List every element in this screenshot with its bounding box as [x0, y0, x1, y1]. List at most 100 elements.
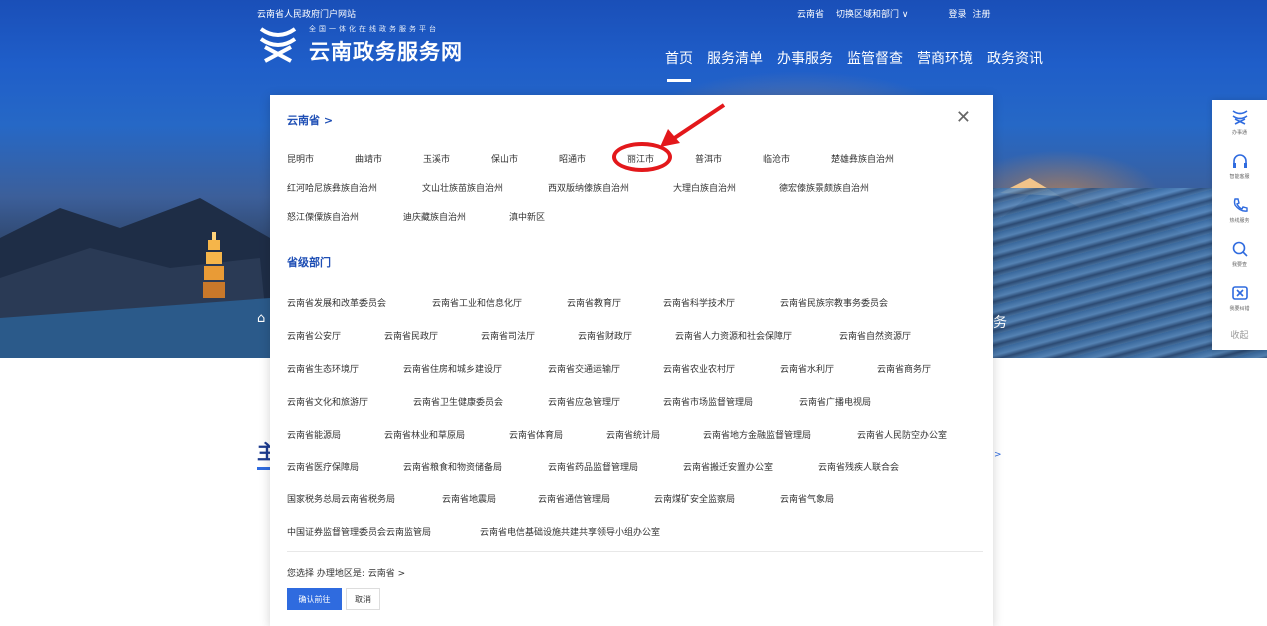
- nav-service-list[interactable]: 服务清单: [707, 48, 763, 68]
- portal-link[interactable]: 云南省人民政府门户网站: [257, 7, 356, 20]
- float-label: 我要纠错: [1229, 306, 1250, 312]
- home-icon[interactable]: ⌂: [257, 311, 265, 326]
- city-item[interactable]: 昭通市: [559, 152, 586, 165]
- float-item-hotline[interactable]: 热线服务: [1212, 194, 1267, 238]
- banner-text-fragment: 务: [993, 315, 1007, 331]
- dept-item[interactable]: 云南省搬迁安置办公室: [683, 460, 773, 473]
- headset-icon: [1232, 154, 1247, 168]
- dept-item[interactable]: 云南省应急管理厅: [548, 395, 620, 408]
- dept-item[interactable]: 云南煤矿安全监察局: [654, 492, 735, 505]
- more-arrow-icon[interactable]: >: [994, 450, 1002, 460]
- error-report-icon: [1231, 286, 1248, 300]
- city-item[interactable]: 文山壮族苗族自治州: [422, 181, 503, 194]
- dept-item[interactable]: 云南省住房和城乡建设厅: [403, 362, 502, 375]
- region-select-modal: ✕ 云南省 > 昆明市 曲靖市 玉溪市 保山市 昭通市 丽江市 普洱市 临沧市 …: [270, 95, 993, 626]
- logo-title: 云南政务服务网: [309, 40, 463, 64]
- dept-item[interactable]: 云南省气象局: [780, 492, 834, 505]
- right-float-bar: 办事通 智能客服 热线服务 我要查 我要纠错 收起: [1212, 100, 1267, 350]
- nav-business-env[interactable]: 营商环境: [917, 48, 973, 68]
- float-item-report[interactable]: 我要纠错: [1212, 282, 1267, 326]
- city-item[interactable]: 普洱市: [695, 152, 722, 165]
- phone-icon: [1233, 198, 1248, 212]
- dept-item[interactable]: 云南省生态环境厅: [287, 362, 359, 375]
- dept-item[interactable]: 云南省药品监督管理局: [548, 460, 638, 473]
- dept-item[interactable]: 云南省司法厅: [481, 329, 535, 342]
- dept-item[interactable]: 云南省自然资源厅: [839, 329, 911, 342]
- logo-icon: [259, 27, 297, 63]
- dept-item[interactable]: 国家税务总局云南省税务局: [287, 492, 395, 505]
- dept-item[interactable]: 云南省统计局: [606, 428, 660, 441]
- search-icon: [1232, 241, 1248, 257]
- dept-item[interactable]: 云南省财政厅: [578, 329, 632, 342]
- confirm-button[interactable]: 确认前往: [287, 588, 342, 610]
- float-item-search[interactable]: 我要查: [1212, 238, 1267, 282]
- dept-item[interactable]: 云南省人民防空办公室: [857, 428, 947, 441]
- cancel-button[interactable]: 取消: [346, 588, 380, 610]
- city-item[interactable]: 德宏傣族景颇族自治州: [779, 181, 869, 194]
- switch-region-dropdown[interactable]: 切换区域和部门 ∨: [836, 7, 908, 20]
- nav-news[interactable]: 政务资讯: [987, 48, 1043, 68]
- dept-title: 省级部门: [287, 256, 331, 269]
- dept-item[interactable]: 云南省粮食和物资储备局: [403, 460, 502, 473]
- dept-item[interactable]: 云南省农业农村厅: [663, 362, 735, 375]
- register-link[interactable]: 注册: [972, 7, 990, 20]
- dept-item[interactable]: 云南省地震局: [442, 492, 496, 505]
- dept-item[interactable]: 云南省能源局: [287, 428, 341, 441]
- dept-item[interactable]: 云南省公安厅: [287, 329, 341, 342]
- dept-item[interactable]: 云南省通信管理局: [538, 492, 610, 505]
- city-item[interactable]: 临沧市: [763, 152, 790, 165]
- dept-item[interactable]: 云南省人力资源和社会保障厅: [675, 329, 792, 342]
- login-link[interactable]: 登录: [948, 7, 966, 20]
- dept-item[interactable]: 云南省卫生健康委员会: [413, 395, 503, 408]
- dept-item[interactable]: 云南省医疗保障局: [287, 460, 359, 473]
- current-region: 云南省: [797, 10, 825, 20]
- float-label: 智能客服: [1229, 174, 1250, 180]
- dept-item[interactable]: 云南省林业和草原局: [384, 428, 465, 441]
- city-item[interactable]: 楚雄彝族自治州: [831, 152, 894, 165]
- float-item-app[interactable]: 办事通: [1212, 106, 1267, 150]
- dept-item[interactable]: 云南省发展和改革委员会: [287, 296, 386, 309]
- close-icon[interactable]: ✕: [956, 107, 971, 128]
- nav-services[interactable]: 办事服务: [777, 48, 833, 68]
- city-item[interactable]: 怒江傈僳族自治州: [287, 210, 359, 223]
- dept-item[interactable]: 云南省交通运输厅: [548, 362, 620, 375]
- city-item[interactable]: 昆明市: [287, 152, 314, 165]
- dept-item[interactable]: 云南省市场监督管理局: [663, 395, 753, 408]
- site-logo[interactable]: 全国一体化在线政务服务平台 云南政务服务网: [257, 24, 463, 66]
- dept-item[interactable]: 云南省文化和旅游厅: [287, 395, 368, 408]
- dept-item[interactable]: 云南省教育厅: [567, 296, 621, 309]
- nav-home[interactable]: 首页: [665, 48, 693, 82]
- section-title-fragment: 主: [257, 436, 271, 470]
- city-item[interactable]: 玉溪市: [423, 152, 450, 165]
- dept-item[interactable]: 云南省民族宗教事务委员会: [780, 296, 888, 309]
- dept-item[interactable]: 中国证券监督管理委员会云南监管局: [287, 525, 431, 538]
- dept-item[interactable]: 云南省商务厅: [877, 362, 931, 375]
- city-item[interactable]: 保山市: [491, 152, 518, 165]
- dept-item[interactable]: 云南省残疾人联合会: [818, 460, 899, 473]
- annotation-arrow-icon: [660, 103, 726, 147]
- dept-item[interactable]: 云南省水利厅: [780, 362, 834, 375]
- dept-item[interactable]: 云南省民政厅: [384, 329, 438, 342]
- city-item[interactable]: 迪庆藏族自治州: [403, 210, 466, 223]
- top-right-bar: 云南省 切换区域和部门 ∨ 登录 注册: [797, 7, 991, 20]
- dept-item[interactable]: 云南省工业和信息化厅: [432, 296, 522, 309]
- divider: [287, 551, 983, 552]
- city-item[interactable]: 西双版纳傣族自治州: [548, 181, 629, 194]
- city-item[interactable]: 曲靖市: [355, 152, 382, 165]
- nav-supervision[interactable]: 监管督查: [847, 48, 903, 68]
- city-item[interactable]: 滇中新区: [509, 210, 545, 223]
- dept-item[interactable]: 云南省电信基础设施共建共享领导小组办公室: [480, 525, 660, 538]
- collapse-button[interactable]: 收起: [1230, 328, 1248, 341]
- app-logo-icon: [1232, 110, 1247, 125]
- logo-subtitle: 全国一体化在线政务服务平台: [309, 25, 439, 33]
- selection-summary: 您选择 办理地区是: 云南省 >: [287, 569, 406, 579]
- dept-item[interactable]: 云南省广播电视局: [799, 395, 871, 408]
- city-item[interactable]: 大理白族自治州: [673, 181, 736, 194]
- province-title[interactable]: 云南省 >: [287, 112, 333, 128]
- float-label: 我要查: [1231, 262, 1247, 268]
- dept-item[interactable]: 云南省体育局: [509, 428, 563, 441]
- dept-item[interactable]: 云南省地方金融监督管理局: [703, 428, 811, 441]
- float-item-chat[interactable]: 智能客服: [1212, 150, 1267, 194]
- city-item[interactable]: 红河哈尼族彝族自治州: [287, 181, 377, 194]
- dept-item[interactable]: 云南省科学技术厅: [663, 296, 735, 309]
